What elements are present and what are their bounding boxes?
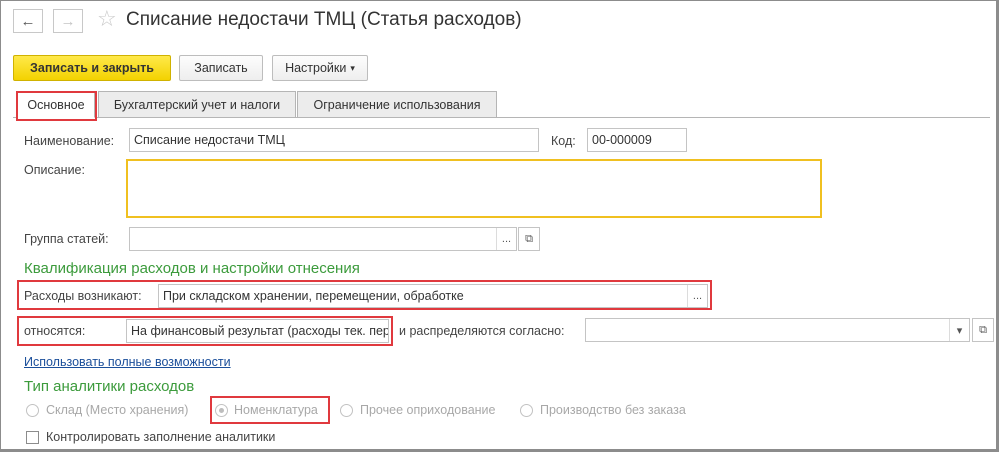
tab-restrictions[interactable]: Ограничение использования [297, 91, 497, 118]
radio-nomenclature-label: Номенклатура [234, 403, 318, 417]
save-button[interactable]: Записать [179, 55, 263, 81]
group-open-button[interactable]: ⧉ [518, 227, 540, 251]
save-and-close-button[interactable]: Записать и закрыть [13, 55, 171, 81]
chevron-down-icon: ▾ [350, 62, 355, 73]
radio-other-receipt[interactable] [340, 404, 353, 417]
settings-button[interactable]: Настройки ▾ [272, 55, 368, 81]
code-field[interactable]: 00-000009 [587, 128, 687, 152]
back-button[interactable]: ← [13, 9, 43, 33]
open-window-icon: ⧉ [525, 232, 533, 245]
qualification-section-title: Квалификация расходов и настройки отнесе… [24, 260, 360, 277]
tab-accounting[interactable]: Бухгалтерский учет и налоги [98, 91, 296, 118]
arrow-right-icon: → [60, 12, 76, 30]
name-label: Наименование: [24, 134, 115, 148]
radio-warehouse[interactable] [26, 404, 39, 417]
name-field[interactable]: Списание недостачи ТМЦ [129, 128, 539, 152]
forward-button[interactable]: → [53, 9, 83, 33]
page-title: Списание недостачи ТМЦ (Статья расходов) [126, 9, 522, 30]
distribute-label: и распределяются согласно: [399, 324, 565, 338]
distribute-field[interactable] [585, 318, 970, 342]
control-analytics-checkbox[interactable] [26, 431, 39, 444]
radio-production[interactable] [520, 404, 533, 417]
analytics-section-title: Тип аналитики расходов [24, 378, 195, 395]
distribute-open-button[interactable]: ⧉ [972, 318, 994, 342]
full-features-link[interactable]: Использовать полные возможности [24, 355, 231, 369]
star-icon[interactable]: ☆ [97, 6, 117, 32]
arrow-left-icon: ← [20, 12, 36, 30]
description-label: Описание: [24, 163, 85, 177]
radio-production-label: Производство без заказа [540, 403, 686, 417]
radio-nomenclature[interactable] [215, 404, 228, 417]
radio-warehouse-label: Склад (Место хранения) [46, 403, 189, 417]
highlight-tab-main [16, 91, 97, 121]
description-field[interactable] [126, 159, 822, 218]
arise-label: Расходы возникают: [24, 289, 142, 303]
relate-field[interactable]: На финансовый результат (расходы тек. пе… [126, 319, 389, 343]
group-label: Группа статей: [24, 232, 109, 246]
group-select-button[interactable]: ... [496, 228, 516, 250]
arise-field[interactable]: При складском хранении, перемещении, обр… [158, 284, 708, 308]
arise-select-button[interactable]: ... [687, 285, 707, 307]
open-window-icon: ⧉ [979, 323, 987, 336]
settings-label: Настройки [285, 61, 347, 75]
group-field[interactable] [129, 227, 517, 251]
distribute-dropdown-button[interactable]: ▾ [949, 319, 969, 341]
radio-other-receipt-label: Прочее оприходование [360, 403, 496, 417]
control-analytics-label: Контролировать заполнение аналитики [46, 430, 276, 444]
relate-label: относятся: [24, 324, 86, 338]
code-label: Код: [551, 134, 576, 148]
